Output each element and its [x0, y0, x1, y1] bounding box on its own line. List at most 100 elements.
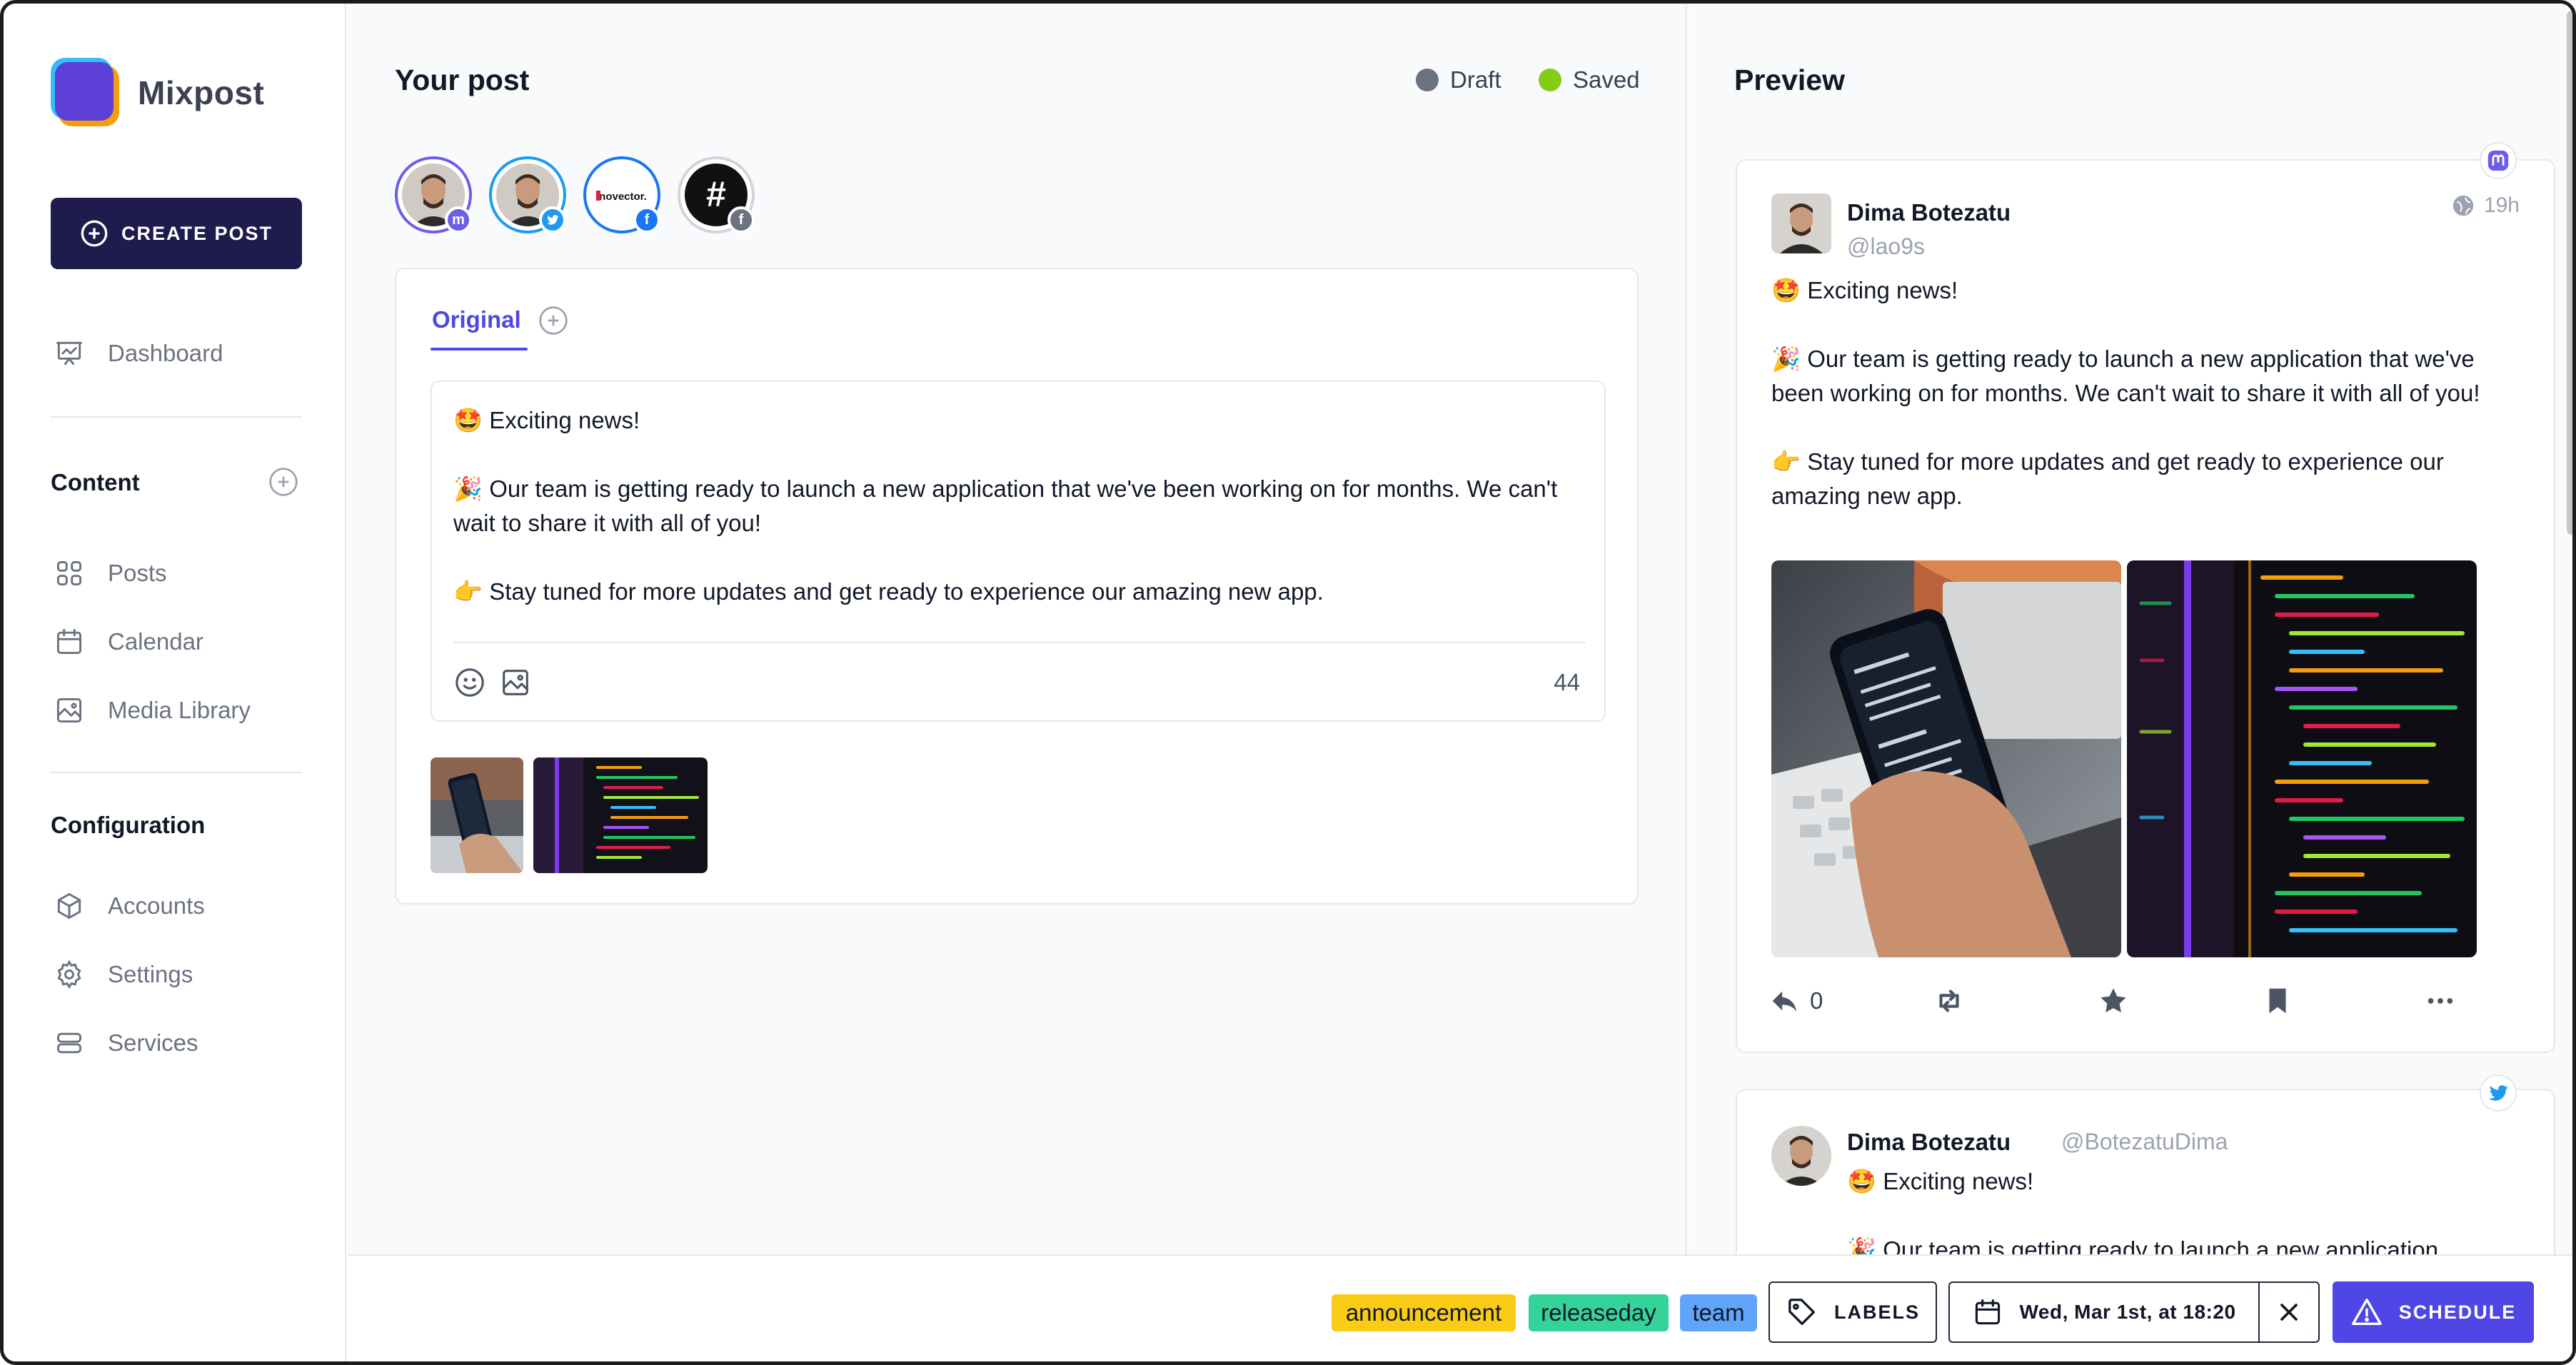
inovector-logo-text: inovector. [596, 191, 647, 203]
tag-icon [1788, 1299, 1815, 1325]
gear-icon [57, 959, 81, 989]
add-version-icon[interactable] [538, 305, 569, 336]
reply-button[interactable]: 0 [1769, 984, 1823, 1017]
bookmark-button[interactable] [2261, 984, 2294, 1017]
status-saved: Saved [1539, 66, 1640, 94]
page-title: Your post [395, 64, 530, 96]
preview-line: 🤩 Exciting news! [1847, 1168, 2034, 1194]
account-avatar-facebook-hashtag[interactable]: # f [678, 156, 755, 233]
preview-line: 🎉 Our team is getting ready to launch a … [1847, 1236, 2439, 1254]
draft-status-dot [1416, 69, 1439, 91]
post-body-editor[interactable]: 🤩 Exciting news! 🎉 Our team is getting r… [431, 381, 1606, 722]
preview-image-phone [1771, 560, 2121, 957]
boost-icon [1939, 989, 1959, 1012]
emoji-icon[interactable] [453, 666, 486, 699]
calendar-icon [56, 629, 82, 655]
reply-count: 0 [1810, 987, 1823, 1014]
schedule-button-label: SCHEDULE [2398, 1301, 2517, 1323]
status-draft: Draft [1416, 66, 1501, 94]
character-count: 44 [1554, 669, 1580, 695]
more-horizontal-icon [2427, 998, 2453, 1004]
create-post-button[interactable]: CREATE POST [51, 198, 302, 269]
image-icon [56, 697, 82, 723]
preview-panel: Preview Dima Botezatu @lao9s 19h 🤩 Excit… [1689, 4, 2572, 1254]
more-options-button[interactable] [2424, 984, 2457, 1017]
bookmark-icon [2269, 988, 2286, 1014]
preview-scrollbar[interactable] [2567, 11, 2572, 535]
app-logo[interactable]: Mixpost [51, 58, 264, 128]
post-body-text[interactable]: 🤩 Exciting news! 🎉 Our team is getting r… [453, 403, 1589, 643]
post-line: 🎉 Our team is getting ready to launch a … [453, 475, 1558, 536]
account-avatar-facebook-page[interactable]: inovector. f [583, 156, 660, 233]
twitter-preview-card: Dima Botezatu @BotezatuDima 🤩 Exciting n… [1736, 1089, 2555, 1254]
preview-line: 🎉 Our team is getting ready to launch a … [1771, 346, 2480, 406]
clear-date-button[interactable] [2258, 1281, 2320, 1343]
labels-button[interactable]: LABELS [1769, 1281, 1937, 1343]
presentation-chart-icon [56, 341, 82, 366]
preview-author-handle: @BotezatuDima [2061, 1129, 2228, 1154]
sidebar-item-label: Dashboard [108, 340, 223, 366]
preview-title: Preview [1734, 64, 1845, 96]
sidebar-item-label: Settings [108, 961, 193, 987]
post-editor: Your post Draft Saved m inovector. f # f… [348, 4, 1687, 1254]
sidebar-item-services[interactable]: Services [54, 1027, 198, 1059]
twitter-icon [2480, 1074, 2517, 1112]
plus-circle-icon [81, 220, 108, 247]
add-media-icon[interactable] [499, 666, 532, 699]
sidebar-divider [51, 416, 302, 418]
editor-toolbar-divider [453, 642, 1586, 643]
preview-author-name: Dima Botezatu [1847, 1129, 2011, 1155]
sidebar-item-calendar[interactable]: Calendar [54, 626, 203, 658]
cube-icon [57, 893, 81, 919]
app-name: Mixpost [138, 74, 265, 111]
sidebar-item-accounts[interactable]: Accounts [54, 890, 205, 922]
sidebar-item-settings[interactable]: Settings [54, 959, 193, 990]
status-saved-label: Saved [1573, 66, 1640, 93]
preview-post-text: 🤩 Exciting news! 🎉 Our team is getting r… [1771, 273, 2492, 548]
add-content-icon[interactable] [268, 466, 299, 498]
content-section-title: Content [51, 469, 140, 495]
status-draft-label: Draft [1450, 66, 1501, 93]
configuration-section-title: Configuration [51, 812, 206, 838]
schedule-button[interactable]: SCHEDULE [2333, 1281, 2534, 1343]
globe-icon [2452, 195, 2474, 216]
sidebar-item-label: Calendar [108, 628, 203, 655]
sidebar-divider [51, 772, 302, 773]
reply-icon [1772, 991, 1797, 1012]
boost-button[interactable] [1933, 984, 1966, 1017]
bottom-action-bar: announcement releaseday team LABELS Wed,… [348, 1254, 2572, 1361]
post-line: 🤩 Exciting news! [453, 407, 640, 433]
tab-active-indicator [431, 348, 528, 351]
post-line: 👉 Stay tuned for more updates and get re… [453, 578, 1324, 605]
sidebar-item-posts[interactable]: Posts [54, 558, 167, 589]
label-announcement[interactable]: announcement [1332, 1294, 1516, 1331]
mastodon-preview-card: Dima Botezatu @lao9s 19h 🤩 Exciting news… [1736, 159, 2555, 1053]
stack-icon [56, 1032, 82, 1054]
sidebar-item-label: Accounts [108, 892, 205, 919]
preview-image-code [2127, 560, 2477, 957]
tab-original[interactable]: Original [432, 306, 521, 333]
label-releaseday[interactable]: releaseday [1529, 1294, 1669, 1331]
sidebar-item-dashboard[interactable]: Dashboard [54, 338, 223, 369]
account-avatar-twitter[interactable] [489, 156, 566, 233]
labels-button-label: LABELS [1834, 1301, 1920, 1323]
schedule-date-label: Wed, Mar 1st, at 18:20 [2019, 1301, 2236, 1323]
editor-card: Original 🤩 Exciting news! 🎉 Our team is … [395, 268, 1639, 905]
mastodon-icon [2480, 142, 2517, 179]
sidebar-item-media-library[interactable]: Media Library [54, 695, 251, 726]
facebook-icon: f [728, 206, 755, 233]
favourite-button[interactable] [2097, 984, 2130, 1017]
preview-line: 👉 Stay tuned for more updates and get re… [1771, 448, 2444, 509]
sidebar-item-label: Media Library [108, 697, 251, 723]
schedule-date-button[interactable]: Wed, Mar 1st, at 18:20 [1948, 1281, 2260, 1343]
twitter-icon [539, 206, 566, 233]
close-icon [2280, 1304, 2298, 1321]
media-thumbnail-code[interactable] [533, 757, 708, 873]
account-selector: m inovector. f # f [395, 156, 755, 233]
facebook-icon: f [633, 206, 660, 233]
preview-author-name: Dima Botezatu [1847, 199, 2011, 226]
media-thumbnail-phone[interactable] [431, 757, 523, 873]
label-team[interactable]: team [1680, 1294, 1757, 1331]
account-avatar-mastodon[interactable]: m [395, 156, 472, 233]
sidebar: Mixpost CREATE POST Dashboard Content Po… [4, 4, 346, 1361]
